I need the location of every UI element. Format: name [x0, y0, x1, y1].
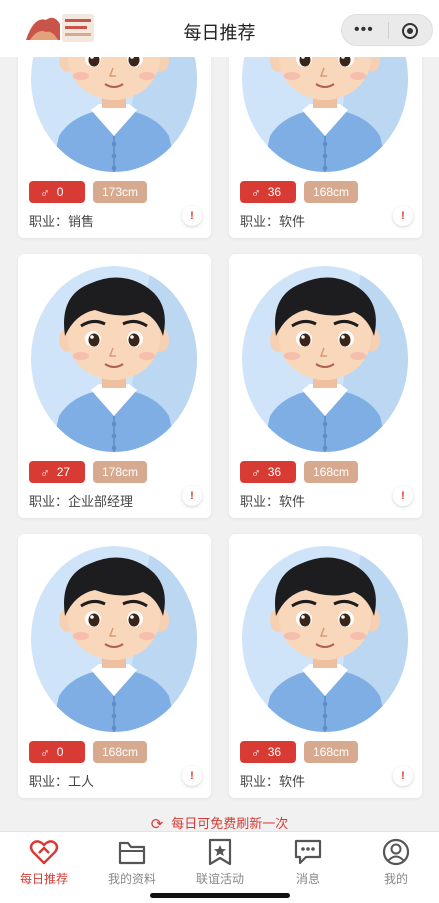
report-button[interactable]: ! — [182, 766, 202, 786]
refresh-icon: ⟳ — [150, 816, 164, 830]
tab-events[interactable]: 联谊活动 — [176, 838, 264, 887]
height-badge: 168cm — [304, 181, 359, 203]
profile-card[interactable]: ♂ 27 178cm 职业：企业部经理 ! — [18, 254, 211, 518]
height-badge: 168cm — [93, 741, 148, 763]
avatar — [31, 546, 197, 732]
user-icon — [382, 838, 410, 866]
miniprogram-capsule: ••• — [341, 14, 433, 46]
refresh-link[interactable]: ⟳ 每日可免费刷新一次 — [0, 813, 439, 830]
avatar — [242, 546, 408, 732]
height-badge: 168cm — [304, 741, 359, 763]
nav-header: 每日推荐 ••• — [0, 0, 439, 57]
bookmark-star-icon — [208, 838, 232, 866]
height-badge: 173cm — [93, 181, 148, 203]
capsule-divider — [388, 22, 389, 39]
height-badge: 168cm — [304, 461, 359, 483]
avatar — [31, 266, 197, 452]
male-icon: ♂ — [40, 184, 50, 200]
recommendation-grid: ♂ 0 173cm 职业：销售 ! ♂ 36 168cm 职业：软件 ! ♂ 27 1… — [0, 0, 439, 830]
male-icon: ♂ — [251, 464, 261, 480]
age-badge: ♂ 0 — [29, 741, 85, 763]
heart-icon — [29, 840, 59, 865]
age-badge: ♂ 27 — [29, 461, 85, 483]
profile-card[interactable]: ♂ 36 168cm 职业：软件 ! — [229, 254, 422, 518]
job-text: 职业：软件 — [240, 214, 306, 229]
chat-icon — [294, 839, 322, 865]
age-badge: ♂ 36 — [240, 181, 296, 203]
profile-card[interactable]: ♂ 0 168cm 职业：工人 ! — [18, 534, 211, 798]
job-text: 职业：企业部经理 — [29, 494, 134, 509]
age-badge: ♂ 0 — [29, 181, 85, 203]
male-icon: ♂ — [40, 744, 50, 760]
profile-card[interactable]: ♂ 36 168cm 职业：软件 ! — [229, 534, 422, 798]
male-icon: ♂ — [251, 744, 261, 760]
height-badge: 178cm — [93, 461, 148, 483]
job-text: 职业：销售 — [29, 214, 95, 229]
tab-bar: 每日推荐 我的资料 联谊活动 消息 我的 — [0, 831, 439, 903]
tab-daily-recommend[interactable]: 每日推荐 — [0, 838, 88, 887]
job-text: 职业：软件 — [240, 494, 306, 509]
report-button[interactable]: ! — [182, 486, 202, 506]
age-badge: ♂ 36 — [240, 461, 296, 483]
report-button[interactable]: ! — [182, 206, 202, 226]
avatar — [242, 266, 408, 452]
job-text: 职业：软件 — [240, 774, 306, 789]
tab-my-profile[interactable]: 我的资料 — [88, 838, 176, 887]
close-target-button[interactable] — [402, 23, 418, 39]
age-badge: ♂ 36 — [240, 741, 296, 763]
tab-messages[interactable]: 消息 — [264, 838, 352, 887]
report-button[interactable]: ! — [393, 206, 413, 226]
more-button[interactable]: ••• — [354, 22, 374, 38]
job-text: 职业：工人 — [29, 774, 95, 789]
report-button[interactable]: ! — [393, 766, 413, 786]
home-indicator — [150, 893, 290, 898]
male-icon: ♂ — [40, 464, 50, 480]
tab-me[interactable]: 我的 — [352, 838, 439, 887]
folder-icon — [118, 841, 146, 865]
report-button[interactable]: ! — [393, 486, 413, 506]
male-icon: ♂ — [251, 184, 261, 200]
